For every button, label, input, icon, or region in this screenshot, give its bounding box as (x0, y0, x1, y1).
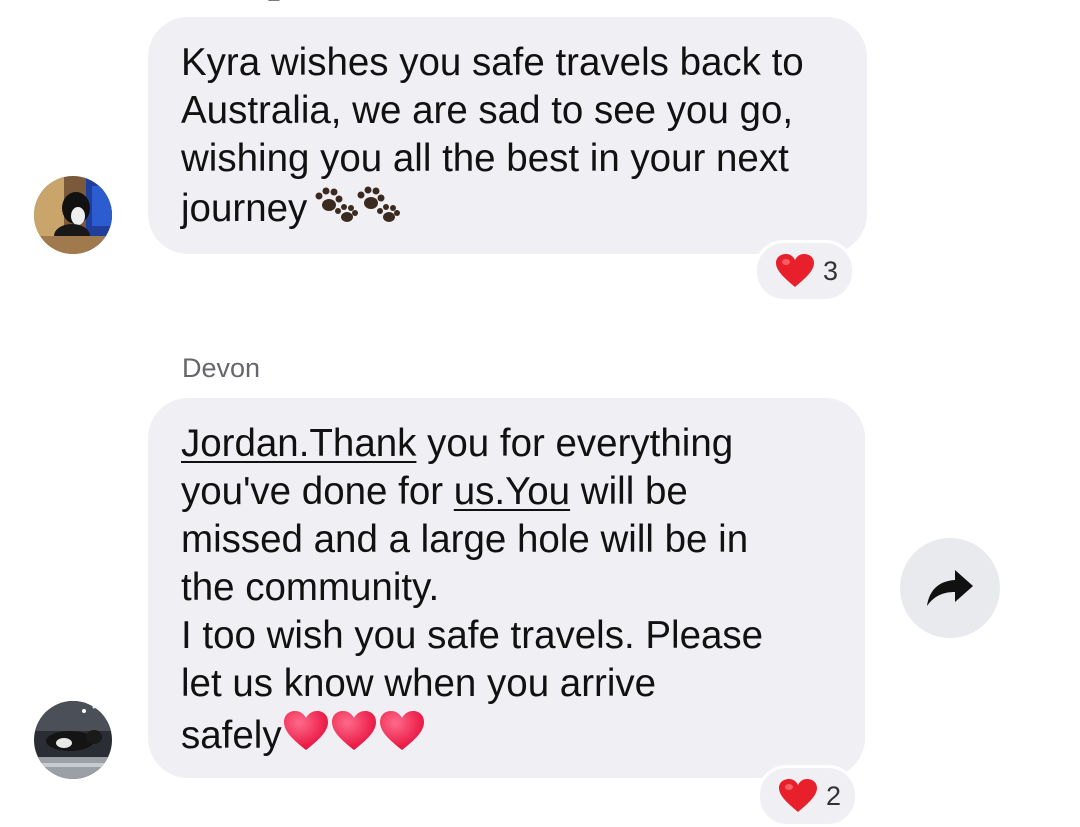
reaction-count: 3 (823, 255, 839, 286)
message-text: Kyra wishes you safe travels back to Aus… (181, 39, 835, 239)
previous-sender-name-clipped (150, 0, 350, 4)
mention-link[interactable]: us.You (454, 470, 570, 513)
share-arrow-icon (927, 570, 973, 606)
heart-icon (779, 779, 817, 812)
paw-prints-icon (307, 183, 407, 239)
clipped-glyph (268, 0, 283, 1)
conversation-view: Kyra wishes you safe travels back to Aus… (0, 0, 1080, 827)
message-bubble[interactable]: Kyra wishes you safe travels back to Aus… (148, 17, 867, 254)
message-text: Jordan.Thank you for everything you've d… (181, 420, 833, 766)
share-button[interactable] (900, 538, 1000, 638)
avatar-dog-photo (34, 701, 112, 779)
mention-link[interactable]: Jordan.Thank (181, 422, 416, 465)
red-hearts-icon (282, 708, 426, 766)
reaction-badge[interactable]: 3 (754, 240, 856, 302)
reaction-badge[interactable]: 2 (757, 765, 859, 827)
heart-icon (776, 254, 814, 287)
avatar[interactable] (34, 176, 112, 254)
avatar[interactable] (34, 701, 112, 779)
sender-name: Devon (182, 353, 261, 383)
reaction-count: 2 (826, 780, 842, 811)
message-bubble[interactable]: Jordan.Thank you for everything you've d… (148, 398, 865, 778)
avatar-dog-photo (34, 176, 112, 254)
